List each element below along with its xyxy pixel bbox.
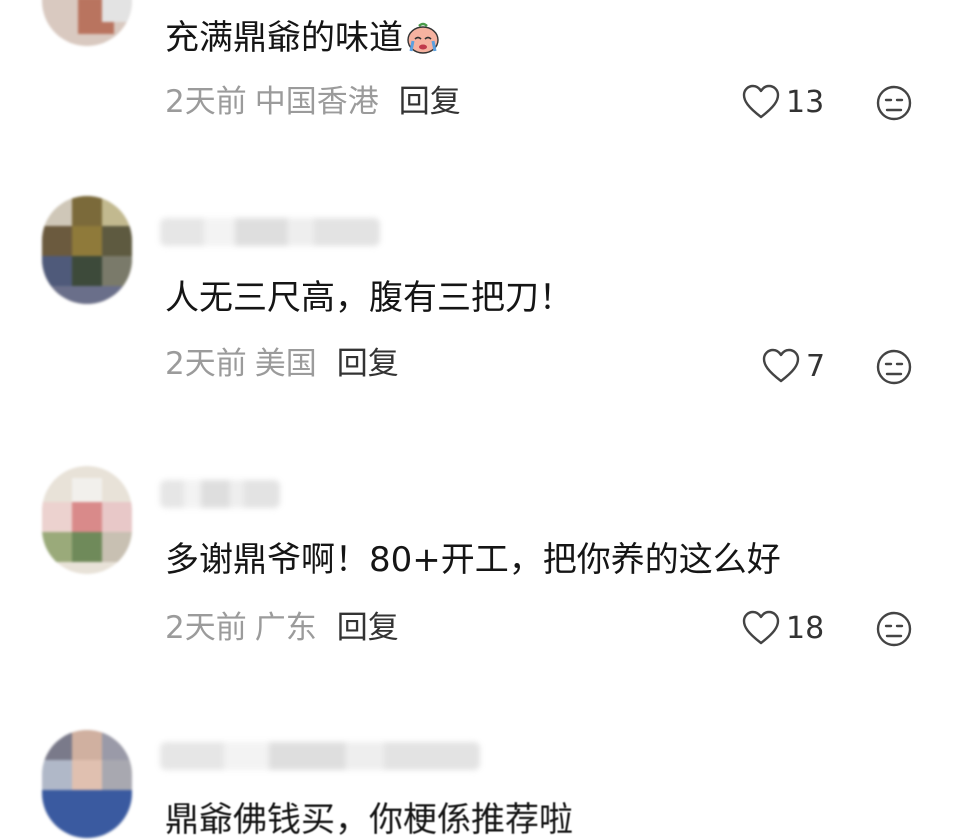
like-count: 7: [806, 348, 826, 384]
comment-time: 2天前: [165, 610, 247, 646]
comment-item: 鼎爺佛钱买，你梗係推荐啦: [0, 0, 960, 840]
like-count: 18: [786, 610, 825, 646]
neutral-face-icon[interactable]: [875, 348, 913, 386]
username[interactable]: [160, 480, 280, 508]
reply-button[interactable]: 回复: [337, 610, 399, 646]
username[interactable]: [160, 742, 480, 770]
reply-button[interactable]: 回复: [337, 346, 399, 382]
like-button[interactable]: 7: [762, 346, 825, 386]
heart-outline-icon: [762, 348, 800, 383]
neutral-face-icon[interactable]: [875, 610, 913, 648]
comment-meta: 2天前 美国 回复: [165, 346, 399, 382]
comment-time: 2天前: [165, 346, 247, 382]
avatar[interactable]: [42, 466, 132, 574]
heart-outline-icon: [742, 610, 780, 645]
comment-location: 美国: [254, 346, 317, 382]
comment-meta: 2天前 广东 回复: [165, 610, 399, 646]
like-button[interactable]: 18: [742, 608, 824, 648]
comment-location: 广东: [254, 610, 317, 646]
comment-text: 鼎爺佛钱买，你梗係推荐啦: [165, 800, 573, 840]
comment-text: 多谢鼎爷啊！80+开工，把你养的这么好: [165, 540, 781, 580]
comment-text: 人无三尺高，腹有三把刀！: [165, 278, 573, 318]
